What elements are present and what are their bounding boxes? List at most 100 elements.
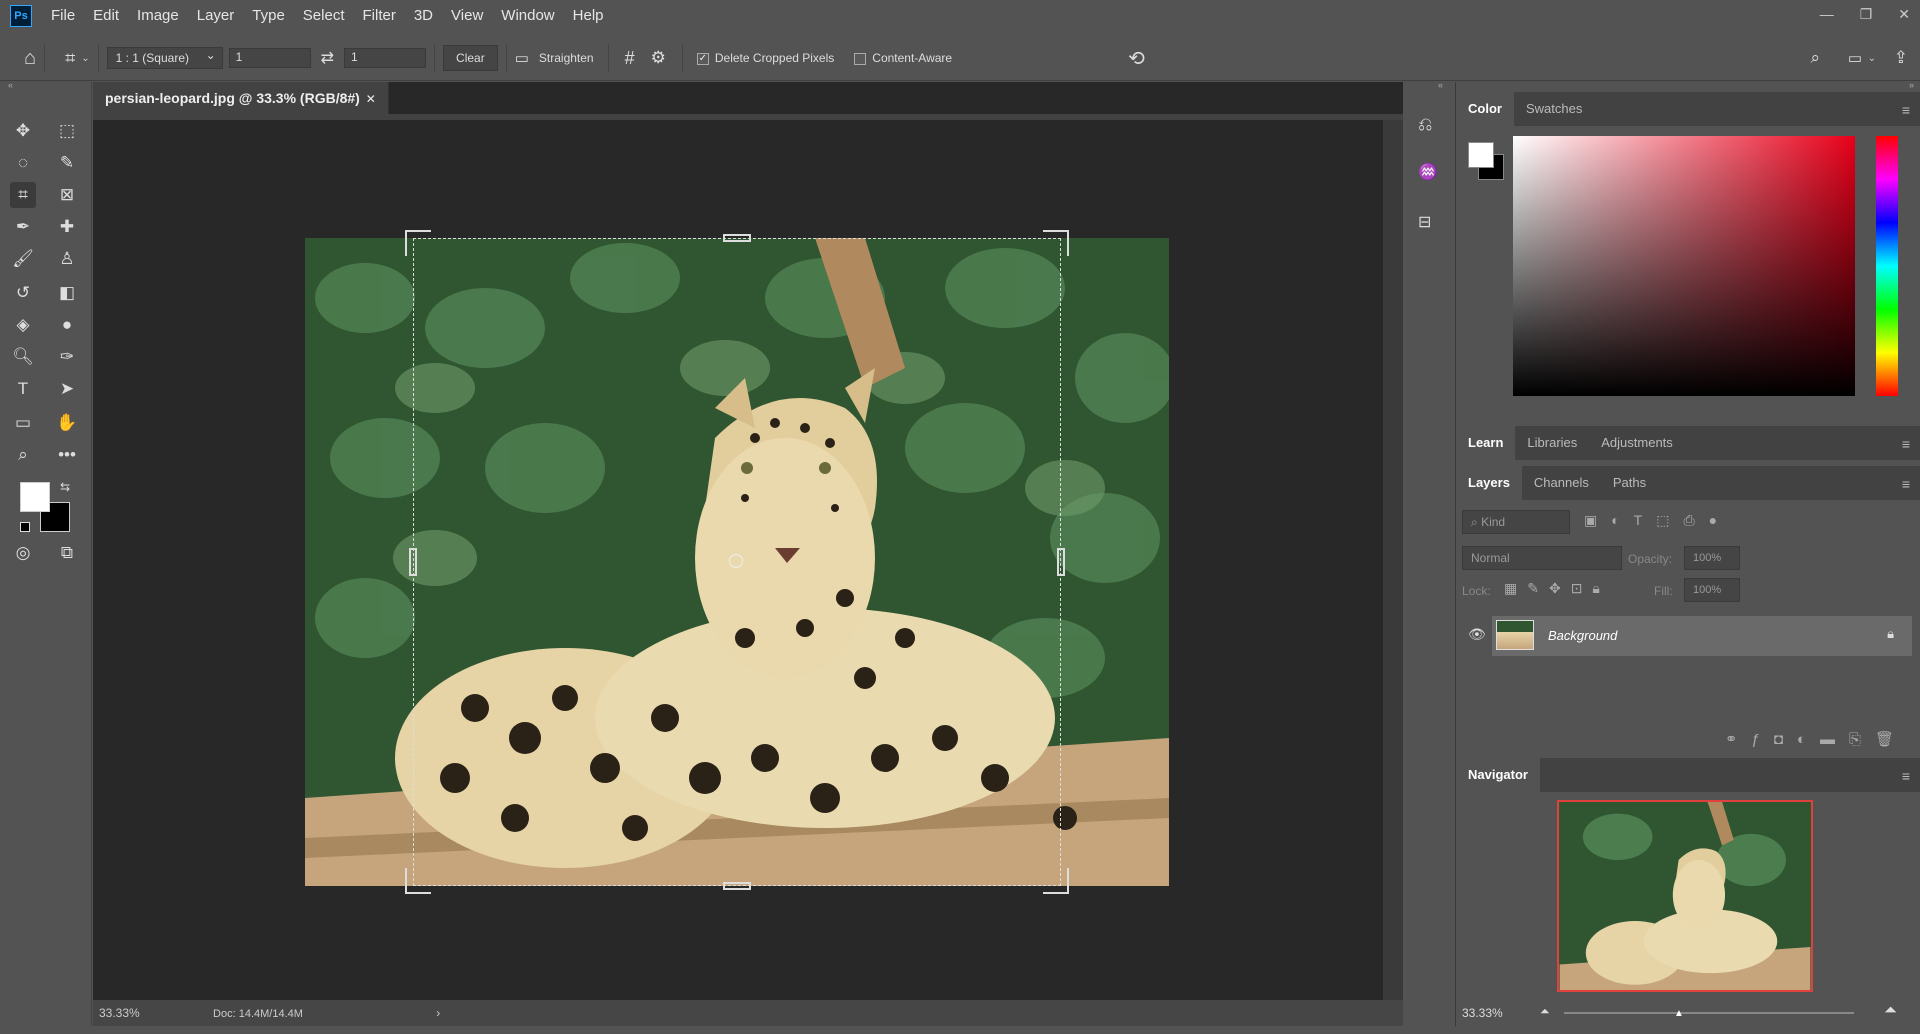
gear-icon[interactable]: ⚙ (651, 48, 666, 68)
tab-navigator[interactable]: Navigator (1456, 758, 1540, 792)
menu-file[interactable]: File (42, 0, 84, 32)
menu-layer[interactable]: Layer (188, 0, 244, 32)
navigator-zoom[interactable]: 33.33% (1462, 1006, 1503, 1020)
aspect-ratio-select[interactable]: 1 : 1 (Square) (106, 47, 223, 69)
ratio-height-input[interactable]: 1 (344, 48, 427, 68)
foreground-color-swatch[interactable] (20, 482, 50, 512)
delete-cropped-checkbox[interactable]: ✓ (696, 51, 715, 65)
move-tool-icon[interactable]: ✥ (10, 118, 36, 144)
menu-image[interactable]: Image (128, 0, 188, 32)
panel-menu-icon[interactable]: ≡ (1902, 768, 1910, 784)
crop-handle-left[interactable] (409, 548, 417, 576)
home-icon[interactable]: ⌂ (24, 47, 36, 70)
hand-tool-icon[interactable]: ✋ (54, 410, 80, 436)
brush-tool-icon[interactable]: 🖌 (10, 246, 36, 272)
eraser-tool-icon[interactable]: ◧ (54, 280, 80, 306)
clone-stamp-tool-icon[interactable]: ♙ (54, 246, 80, 272)
menu-type[interactable]: Type (243, 0, 294, 32)
minimize-icon[interactable]: — (1820, 6, 1834, 22)
expand-panel-icon[interactable]: » (1909, 80, 1914, 90)
crop-handle-top-left[interactable] (405, 230, 431, 256)
zoom-slider[interactable] (1564, 1012, 1854, 1014)
menu-3d[interactable]: 3D (405, 0, 442, 32)
fill-input[interactable]: 100% (1684, 578, 1740, 602)
swap-icon[interactable]: ⇄ (321, 48, 334, 68)
crop-handle-top[interactable] (723, 234, 751, 242)
dodge-tool-icon[interactable]: 🔍︎ (10, 344, 36, 370)
hue-slider[interactable] (1876, 136, 1898, 396)
straighten-icon[interactable]: ▭ (515, 49, 529, 67)
straighten-button[interactable]: Straighten (539, 51, 594, 65)
pen-tool-icon[interactable]: ✑ (54, 344, 80, 370)
chevron-right-icon[interactable]: › (436, 1006, 440, 1020)
tab-layers[interactable]: Layers (1456, 466, 1522, 500)
content-aware-checkbox[interactable] (854, 51, 872, 65)
search-icon[interactable]: ⌕ (1810, 48, 1820, 68)
paint-bucket-tool-icon[interactable]: ◈ (10, 312, 36, 338)
crop-handle-bottom-left[interactable] (405, 868, 431, 894)
close-tab-icon[interactable]: ✕ (366, 92, 376, 106)
layer-name[interactable]: Background (1548, 628, 1617, 643)
reset-icon[interactable]: ⟲ (1128, 46, 1145, 71)
swap-colors-icon[interactable]: ⇆ (60, 480, 70, 494)
menu-select[interactable]: Select (294, 0, 354, 32)
marquee-tool-icon[interactable]: ⬚ (54, 118, 80, 144)
color-picker-field[interactable] (1513, 136, 1855, 396)
color-panel-fg-swatch[interactable] (1468, 142, 1494, 168)
rectangle-tool-icon[interactable]: ▭ (10, 410, 36, 436)
menu-view[interactable]: View (442, 0, 492, 32)
tab-libraries[interactable]: Libraries (1515, 426, 1589, 460)
workspace-icon[interactable]: ▭ (1848, 49, 1862, 67)
properties-icon[interactable]: ⊟ (1418, 212, 1431, 232)
type-tool-icon[interactable]: T (10, 376, 36, 402)
crop-center-icon[interactable] (729, 554, 743, 568)
zoom-in-icon[interactable]: ⏶ (1884, 1002, 1897, 1020)
vertical-scrollbar[interactable] (1383, 120, 1403, 1000)
tab-channels[interactable]: Channels (1522, 466, 1601, 500)
more-tools-icon[interactable]: ••• (54, 442, 80, 468)
crop-tool-icon[interactable]: ⌗ (10, 182, 36, 208)
history-icon[interactable]: ⎌ (1418, 114, 1432, 135)
clear-button[interactable]: Clear (443, 45, 498, 71)
screen-mode-icon[interactable]: ⧉ (54, 540, 80, 566)
overlay-grid-icon[interactable]: # (625, 48, 635, 69)
chevron-down-icon[interactable]: ⌄ (81, 53, 89, 64)
share-icon[interactable]: ⇪ (1894, 48, 1908, 68)
tab-swatches[interactable]: Swatches (1514, 92, 1594, 126)
panel-menu-icon[interactable]: ≡ (1902, 476, 1910, 492)
tab-learn[interactable]: Learn (1456, 426, 1516, 460)
frame-tool-icon[interactable]: ⊠ (54, 182, 80, 208)
lock-icon[interactable]: 🔒︎ (1887, 626, 1894, 642)
navigator-preview[interactable] (1557, 800, 1813, 992)
tab-color[interactable]: Color (1456, 92, 1514, 126)
quick-selection-tool-icon[interactable]: ✎ (54, 150, 80, 176)
eye-icon[interactable]: 👁︎ (1468, 626, 1486, 643)
chevron-down-icon[interactable]: ⌄ (1868, 53, 1876, 64)
tab-paths[interactable]: Paths (1601, 466, 1658, 500)
history-brush-tool-icon[interactable]: ↺ (10, 280, 36, 306)
zoom-level[interactable]: 33.33% (99, 1006, 140, 1020)
ratio-width-input[interactable]: 1 (228, 48, 311, 68)
tab-adjustments[interactable]: Adjustments (1589, 426, 1685, 460)
document-tab[interactable]: persian-leopard.jpg @ 33.3% (RGB/8#) ✕ (93, 82, 389, 114)
crop-handle-bottom[interactable] (723, 882, 751, 890)
collapse-panel-icon[interactable]: « (1438, 80, 1443, 90)
menu-filter[interactable]: Filter (354, 0, 405, 32)
zoom-slider-thumb[interactable]: ▲ (1674, 1008, 1684, 1019)
collapse-panel-icon[interactable]: « (8, 80, 13, 90)
menu-window[interactable]: Window (492, 0, 563, 32)
crop-handle-right[interactable] (1057, 548, 1065, 576)
layers-footer-icons[interactable]: ⚭ƒ◘◐▬⎘🗑︎ (1725, 730, 1908, 748)
layer-filter-kind[interactable]: ⌕ Kind (1462, 510, 1570, 534)
layer-row-background[interactable]: Background 🔒︎ (1492, 616, 1912, 656)
zoom-out-icon[interactable]: ⏶ (1540, 1004, 1550, 1019)
crop-handle-top-right[interactable] (1043, 230, 1069, 256)
healing-brush-tool-icon[interactable]: ✚ (54, 214, 80, 240)
menu-edit[interactable]: Edit (84, 0, 128, 32)
opacity-input[interactable]: 100% (1684, 546, 1740, 570)
restore-icon[interactable]: ❐ (1860, 6, 1873, 23)
zoom-tool-icon[interactable]: ⌕ (10, 442, 36, 468)
crop-tool-preset-icon[interactable]: ⌗ (65, 48, 75, 69)
panel-menu-icon[interactable]: ≡ (1902, 436, 1910, 452)
crop-handle-bottom-right[interactable] (1043, 868, 1069, 894)
